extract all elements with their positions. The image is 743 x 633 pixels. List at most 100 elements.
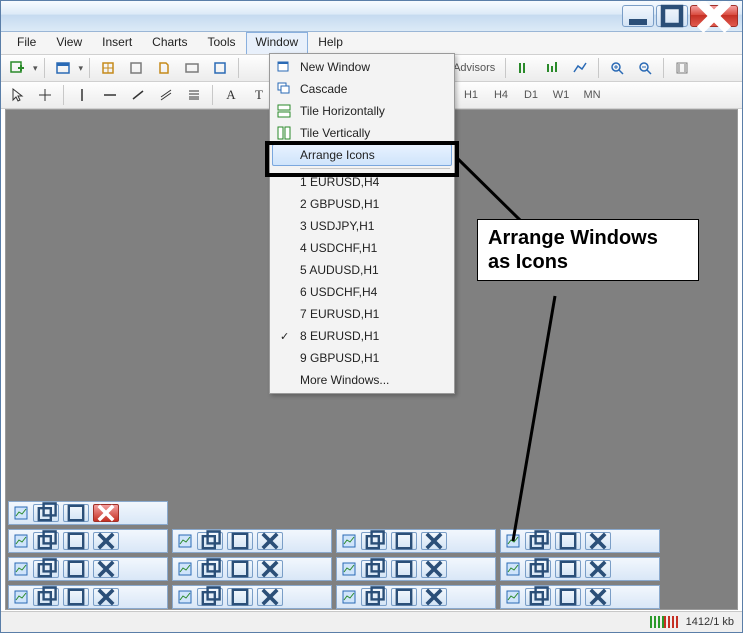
- menu-new-window[interactable]: New Window: [272, 56, 452, 78]
- restore-icon[interactable]: [525, 588, 551, 606]
- restore-icon[interactable]: [361, 532, 387, 550]
- close-icon[interactable]: [257, 560, 283, 578]
- minimized-window[interactable]: [336, 585, 496, 609]
- crosshair-icon[interactable]: [33, 83, 57, 107]
- maximize-icon[interactable]: [391, 560, 417, 578]
- profiles-icon[interactable]: [51, 56, 75, 80]
- maximize-icon[interactable]: [227, 588, 253, 606]
- zoom-out-icon[interactable]: [633, 56, 657, 80]
- close-icon[interactable]: [585, 532, 611, 550]
- tf-h4[interactable]: H4: [488, 83, 514, 107]
- market-watch-icon[interactable]: [96, 56, 120, 80]
- maximize-icon[interactable]: [227, 532, 253, 550]
- horizontal-line-icon[interactable]: [98, 83, 122, 107]
- maximize-icon[interactable]: [63, 560, 89, 578]
- maximize-icon[interactable]: [227, 560, 253, 578]
- restore-icon[interactable]: [525, 532, 551, 550]
- maximize-icon[interactable]: [63, 588, 89, 606]
- minimized-window[interactable]: [172, 529, 332, 553]
- close-button[interactable]: [690, 5, 738, 27]
- minimized-window[interactable]: [172, 585, 332, 609]
- menu-cascade[interactable]: Cascade: [272, 78, 452, 100]
- close-icon[interactable]: [93, 560, 119, 578]
- vertical-line-icon[interactable]: [70, 83, 94, 107]
- channel-icon[interactable]: [154, 83, 178, 107]
- fibo-icon[interactable]: [182, 83, 206, 107]
- minimized-window[interactable]: [8, 585, 168, 609]
- menu-file[interactable]: File: [7, 32, 46, 54]
- minimized-window[interactable]: [500, 529, 660, 553]
- menu-more-windows[interactable]: More Windows...: [272, 369, 452, 391]
- menu-arrange-icons[interactable]: Arrange Icons: [272, 144, 452, 166]
- minimized-window[interactable]: [8, 557, 168, 581]
- restore-icon[interactable]: [33, 588, 59, 606]
- text-label-icon[interactable]: T: [247, 83, 271, 107]
- restore-icon[interactable]: [33, 560, 59, 578]
- menu-charts[interactable]: Charts: [142, 32, 197, 54]
- tf-mn[interactable]: MN: [578, 83, 606, 107]
- new-chart-icon[interactable]: [5, 56, 29, 80]
- tester-icon[interactable]: [208, 56, 232, 80]
- minimized-window[interactable]: [172, 557, 332, 581]
- menu-tools[interactable]: Tools: [198, 32, 246, 54]
- close-icon[interactable]: [257, 588, 283, 606]
- close-icon[interactable]: [585, 560, 611, 578]
- close-icon[interactable]: [421, 560, 447, 578]
- restore-icon[interactable]: [197, 532, 223, 550]
- maximize-icon[interactable]: [555, 560, 581, 578]
- close-icon[interactable]: [257, 532, 283, 550]
- menu-window-1[interactable]: 1 EURUSD,H4: [272, 171, 452, 193]
- minimized-window[interactable]: [500, 585, 660, 609]
- close-icon[interactable]: [93, 532, 119, 550]
- menu-window-4[interactable]: 4 USDCHF,H1: [272, 237, 452, 259]
- menu-tile-vertically[interactable]: Tile Vertically: [272, 122, 452, 144]
- minimized-window[interactable]: [8, 501, 168, 525]
- restore-icon[interactable]: [33, 532, 59, 550]
- cursor-icon[interactable]: [5, 83, 29, 107]
- menu-window-8[interactable]: ✓8 EURUSD,H1: [272, 325, 452, 347]
- menu-tile-horizontally[interactable]: Tile Horizontally: [272, 100, 452, 122]
- close-icon[interactable]: [421, 532, 447, 550]
- close-icon[interactable]: [93, 588, 119, 606]
- restore-icon[interactable]: [33, 504, 59, 522]
- maximize-icon[interactable]: [63, 504, 89, 522]
- maximize-icon[interactable]: [391, 588, 417, 606]
- restore-icon[interactable]: [197, 560, 223, 578]
- restore-icon[interactable]: [361, 588, 387, 606]
- minimized-window[interactable]: [336, 529, 496, 553]
- trendline-icon[interactable]: [126, 83, 150, 107]
- close-icon[interactable]: [421, 588, 447, 606]
- autoscroll-icon[interactable]: [670, 56, 694, 80]
- minimized-window[interactable]: [336, 557, 496, 581]
- zoom-in-icon[interactable]: [605, 56, 629, 80]
- indicator-icon[interactable]: [512, 56, 536, 80]
- navigator-icon[interactable]: [152, 56, 176, 80]
- data-window-icon[interactable]: [124, 56, 148, 80]
- minimize-button[interactable]: [622, 5, 654, 27]
- menu-window-9[interactable]: 9 GBPUSD,H1: [272, 347, 452, 369]
- maximize-button[interactable]: [656, 5, 688, 27]
- text-icon[interactable]: A: [219, 83, 243, 107]
- maximize-icon[interactable]: [555, 532, 581, 550]
- maximize-icon[interactable]: [63, 532, 89, 550]
- menu-window-5[interactable]: 5 AUDUSD,H1: [272, 259, 452, 281]
- maximize-icon[interactable]: [555, 588, 581, 606]
- menu-window-2[interactable]: 2 GBPUSD,H1: [272, 193, 452, 215]
- bars-icon[interactable]: [540, 56, 564, 80]
- menu-window-6[interactable]: 6 USDCHF,H4: [272, 281, 452, 303]
- menu-view[interactable]: View: [46, 32, 92, 54]
- minimized-window[interactable]: [8, 529, 168, 553]
- line-chart-icon[interactable]: [568, 56, 592, 80]
- tf-d1[interactable]: D1: [518, 83, 544, 107]
- restore-icon[interactable]: [197, 588, 223, 606]
- minimized-window[interactable]: [500, 557, 660, 581]
- tf-w1[interactable]: W1: [548, 83, 574, 107]
- close-icon[interactable]: [93, 504, 119, 522]
- tf-h1[interactable]: H1: [458, 83, 484, 107]
- restore-icon[interactable]: [525, 560, 551, 578]
- menu-window-3[interactable]: 3 USDJPY,H1: [272, 215, 452, 237]
- menu-window-7[interactable]: 7 EURUSD,H1: [272, 303, 452, 325]
- menu-help[interactable]: Help: [308, 32, 353, 54]
- restore-icon[interactable]: [361, 560, 387, 578]
- terminal-icon[interactable]: [180, 56, 204, 80]
